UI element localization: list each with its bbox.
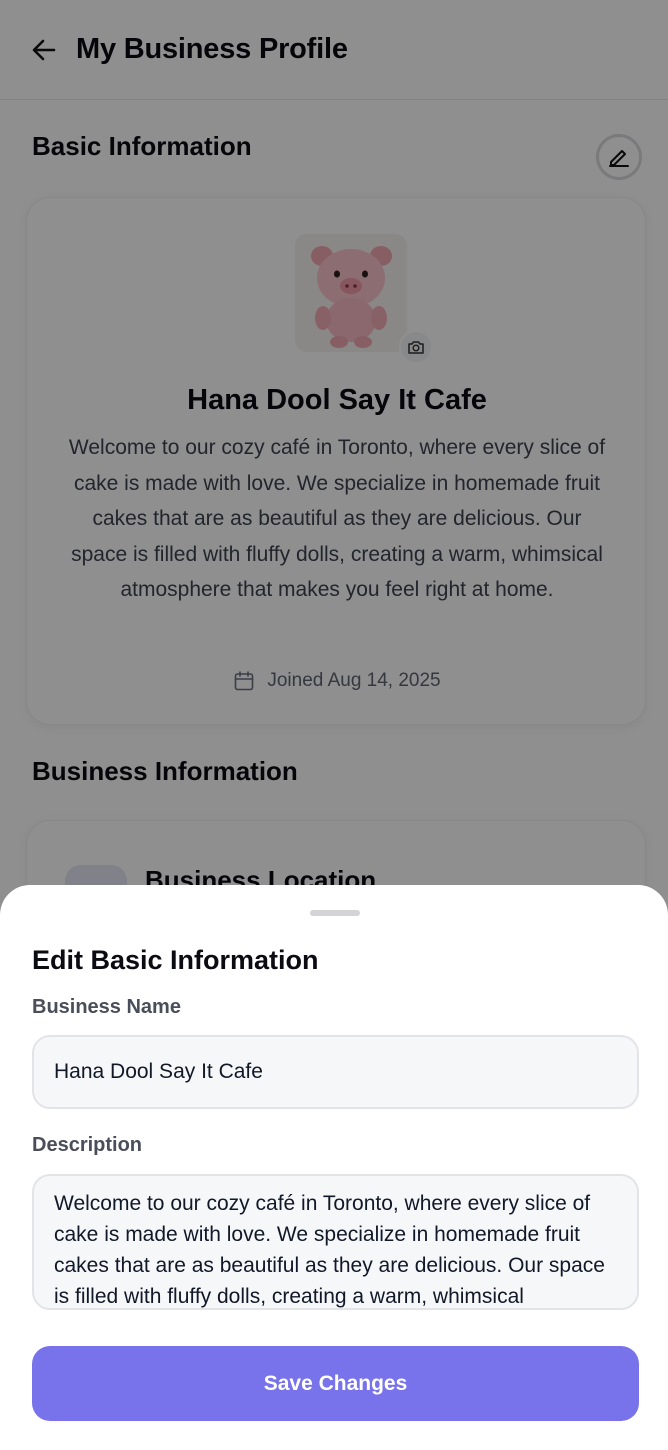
business-name-field[interactable]: Hana Dool Say It Cafe bbox=[32, 1035, 639, 1109]
sheet-drag-handle[interactable] bbox=[310, 910, 360, 916]
edit-basic-info-sheet: Edit Basic Information Business Name Han… bbox=[0, 885, 668, 1450]
description-value: Welcome to our cozy café in Toronto, whe… bbox=[54, 1192, 605, 1308]
business-name-label: Business Name bbox=[32, 996, 181, 1018]
description-label: Description bbox=[32, 1134, 143, 1156]
business-name-value: Hana Dool Say It Cafe bbox=[54, 1060, 263, 1083]
description-field[interactable]: Welcome to our cozy café in Toronto, whe… bbox=[32, 1174, 639, 1310]
save-changes-button[interactable]: Save Changes bbox=[32, 1346, 639, 1421]
sheet-title: Edit Basic Information bbox=[32, 945, 319, 975]
